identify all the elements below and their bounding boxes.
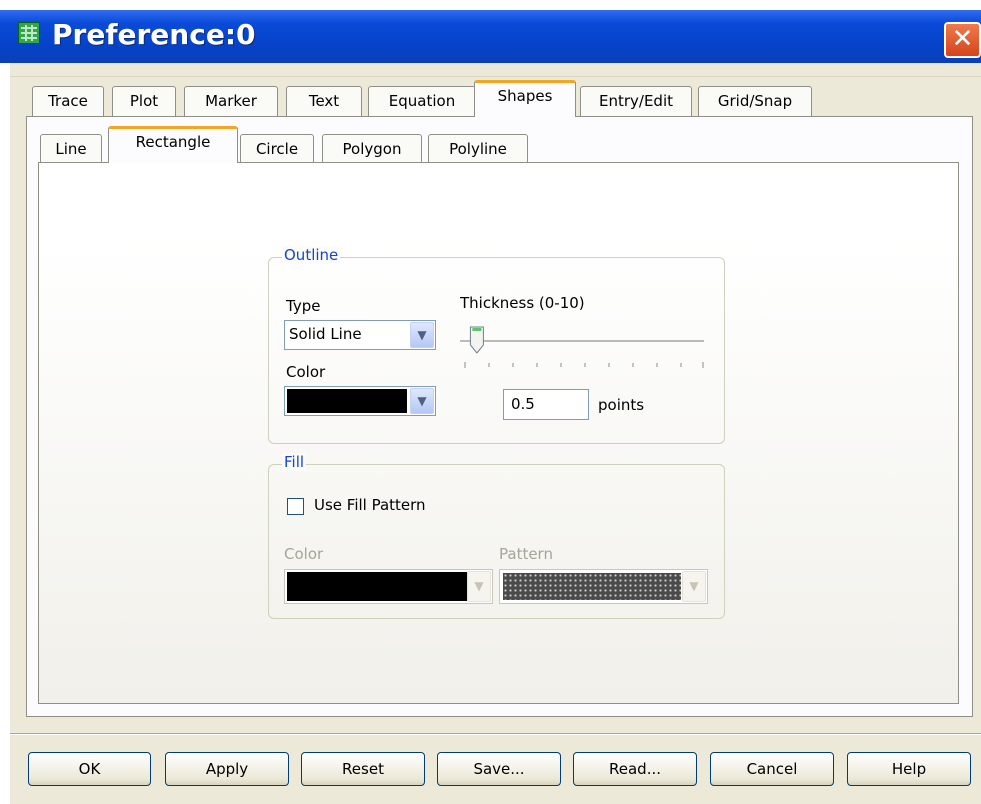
line-type-select[interactable]: Solid Line ▼	[284, 320, 436, 350]
outline-color-swatch	[287, 389, 407, 413]
window-title: Preference:0	[52, 18, 256, 51]
thickness-field[interactable]: 0.5	[503, 389, 589, 420]
chevron-down-icon[interactable]: ▼	[467, 571, 491, 602]
chevron-down-icon[interactable]: ▼	[410, 322, 434, 348]
tab-plot[interactable]: Plot	[112, 86, 176, 116]
subtab-circle[interactable]: Circle	[240, 134, 314, 164]
tab-marker[interactable]: Marker	[184, 86, 278, 116]
fill-pattern-swatch	[503, 573, 681, 600]
subtab-polyline[interactable]: Polyline	[428, 134, 528, 164]
cancel-button[interactable]: Cancel	[710, 752, 834, 786]
color-label: Color	[286, 363, 326, 381]
line-type-value: Solid Line	[289, 325, 362, 343]
fill-color-label: Color	[284, 545, 324, 563]
subtab-polygon[interactable]: Polygon	[322, 134, 422, 164]
button-bar-divider	[10, 733, 981, 735]
fill-legend: Fill	[282, 453, 307, 471]
chevron-down-icon[interactable]: ▼	[410, 388, 434, 414]
read-button[interactable]: Read...	[573, 752, 697, 786]
grid-app-icon	[18, 22, 40, 44]
help-button[interactable]: Help	[847, 752, 971, 786]
points-label: points	[598, 396, 645, 414]
tab-text[interactable]: Text	[286, 86, 362, 116]
ok-button[interactable]: OK	[28, 752, 151, 786]
apply-button[interactable]: Apply	[165, 752, 289, 786]
thickness-label: Thickness (0-10)	[460, 294, 585, 312]
slider-thumb[interactable]	[469, 326, 484, 354]
fill-color-select[interactable]: ▼	[284, 569, 493, 604]
type-label: Type	[286, 297, 321, 315]
fill-pattern-select[interactable]: ▼	[499, 569, 708, 604]
tab-grid-snap[interactable]: Grid/Snap	[698, 86, 812, 116]
dialog-top-divider	[10, 76, 981, 77]
thickness-slider-track	[460, 326, 704, 368]
thickness-slider[interactable]	[456, 326, 708, 372]
pattern-label: Pattern	[499, 545, 553, 563]
tab-equation[interactable]: Equation	[368, 86, 476, 116]
save-button[interactable]: Save...	[437, 752, 561, 786]
subtab-rectangle[interactable]: Rectangle	[108, 126, 238, 163]
fill-color-swatch	[287, 572, 467, 601]
outline-color-select[interactable]: ▼	[284, 386, 436, 416]
thickness-value[interactable]: 0.5	[511, 395, 535, 413]
chevron-down-icon[interactable]: ▼	[682, 571, 706, 602]
outline-legend: Outline	[282, 246, 341, 264]
tab-entry-edit[interactable]: Entry/Edit	[580, 86, 692, 116]
tab-shapes[interactable]: Shapes	[474, 80, 576, 117]
subtab-line[interactable]: Line	[40, 134, 102, 164]
close-icon[interactable]: ✕	[944, 22, 981, 58]
reset-button[interactable]: Reset	[301, 752, 425, 786]
use-fill-pattern-label[interactable]: Use Fill Pattern	[314, 496, 426, 514]
tab-trace[interactable]: Trace	[32, 86, 104, 116]
use-fill-pattern-checkbox[interactable]	[287, 498, 304, 515]
